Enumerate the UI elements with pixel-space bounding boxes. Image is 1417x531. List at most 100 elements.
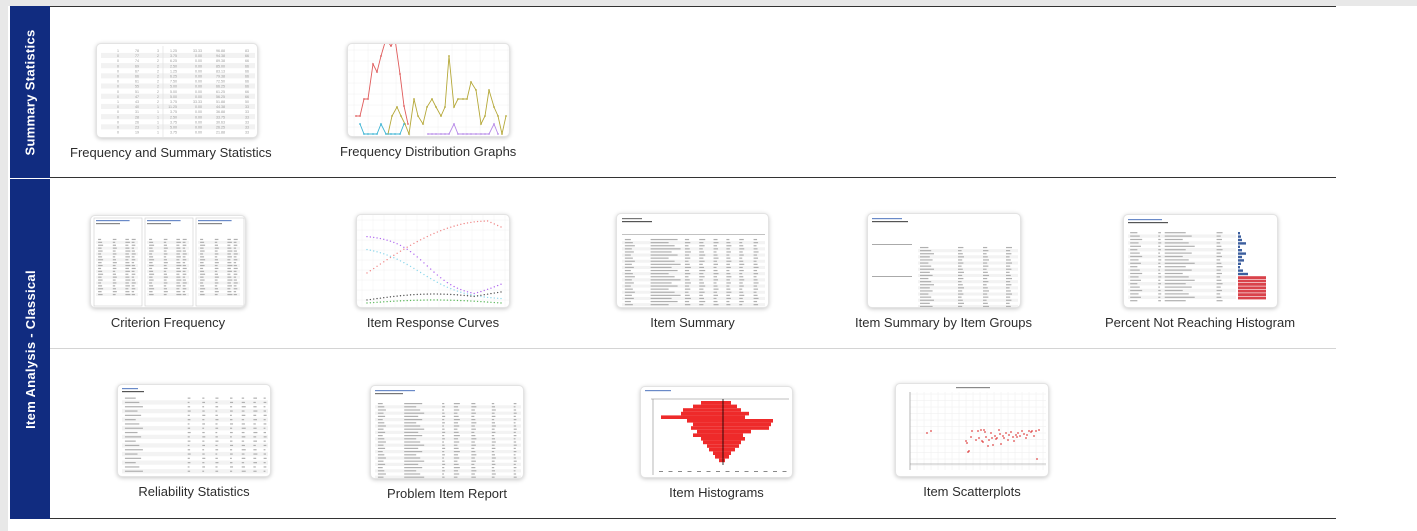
tile-frequency-distribution-graphs[interactable]: Frequency Distribution Graphs	[340, 43, 516, 159]
table-cell	[650, 288, 669, 290]
table-cell	[200, 264, 205, 267]
panel	[195, 217, 245, 307]
tile-label[interactable]: Frequency Distribution Graphs	[340, 144, 516, 159]
thumbnail-item-scatterplots[interactable]	[895, 383, 1049, 477]
scatter-point	[977, 430, 979, 432]
table-cell	[227, 256, 232, 258]
tile-label[interactable]: Item Histograms	[669, 485, 764, 500]
tile-reliability-statistics[interactable]: Reliability Statistics	[117, 384, 271, 499]
thumbnail-frequency-table[interactable]: 1 78 3 1.25 33.33 96.88 83 0 77 2 3.75 0.00 94.38 66 0…	[96, 43, 258, 138]
curve-point	[389, 300, 392, 303]
curve-point	[486, 288, 489, 291]
table-cell: 2	[157, 100, 159, 104]
curve-point	[460, 223, 462, 226]
bar	[723, 429, 751, 434]
thumbnail-problem-item-report[interactable]	[370, 385, 524, 479]
table-cell	[202, 431, 205, 434]
thumbnail-item-histograms[interactable]	[640, 386, 793, 478]
tile-problem-item-report[interactable]: Problem Item Report	[370, 385, 524, 501]
curve-point	[426, 293, 428, 295]
panel-title	[147, 220, 181, 222]
bar	[1237, 283, 1266, 286]
curve-point	[379, 297, 382, 299]
table-cell	[233, 285, 237, 287]
tile-label[interactable]: Criterion Frequency	[111, 315, 225, 330]
table-cell	[919, 262, 928, 264]
tile-item-summary[interactable]: Item Summary	[616, 213, 769, 330]
tile-label[interactable]: Percent Not Reaching Histogram	[1105, 315, 1295, 330]
table-cell	[227, 282, 231, 284]
table-cell	[112, 267, 117, 270]
table-cell	[753, 248, 758, 250]
tile-label[interactable]: Item Summary	[650, 315, 735, 330]
tile-criterion-frequency[interactable]: Criterion Frequency	[90, 215, 246, 330]
curve-point	[433, 299, 435, 301]
table-cell	[739, 291, 744, 293]
thumbnail-line-chart[interactable]	[346, 43, 510, 137]
scatter-point	[992, 444, 994, 446]
bar	[681, 411, 723, 416]
tile-label[interactable]: Frequency and Summary Statistics	[70, 145, 272, 160]
table-cell	[471, 403, 476, 405]
table-cell	[957, 262, 963, 264]
table-cell	[957, 246, 963, 249]
scatter-point	[982, 441, 984, 443]
thumbnail-item-summary-groups[interactable]	[866, 213, 1021, 308]
curve-point	[369, 236, 372, 238]
curve-point	[419, 271, 422, 274]
scatter-point	[978, 437, 980, 439]
curve-point	[466, 291, 469, 293]
thumbnail-item-response-curves[interactable]	[356, 214, 510, 308]
tile-label[interactable]: Item Scatterplots	[923, 484, 1021, 499]
tile-label[interactable]: Reliability Statistics	[138, 484, 249, 499]
table-cell	[131, 259, 136, 261]
table-row-stripe	[96, 252, 138, 256]
thumbnail-item-summary[interactable]	[616, 213, 769, 308]
tile-label[interactable]: Item Summary by Item Groups	[855, 315, 1032, 330]
tile-item-response-curves[interactable]: Item Response Curves	[356, 214, 510, 330]
table-cell: 0	[117, 75, 119, 79]
table-cell	[982, 268, 987, 270]
table-cell	[176, 241, 181, 243]
table-cell: 3.75	[170, 120, 177, 124]
table-cell	[187, 466, 190, 468]
tile-item-histograms[interactable]: Item Histograms	[640, 386, 793, 500]
table-cell	[131, 238, 136, 241]
table-cell	[404, 428, 425, 430]
table-cell	[98, 262, 102, 264]
tile-label[interactable]: Problem Item Report	[387, 486, 507, 501]
table-row-stripe	[375, 405, 521, 409]
table-cell	[149, 279, 154, 281]
table-cell	[739, 254, 744, 256]
table-cell	[253, 427, 257, 429]
table-cell	[1216, 269, 1221, 271]
tile-item-scatterplots[interactable]: Item Scatterplots	[895, 383, 1049, 499]
table-cell	[202, 436, 206, 438]
tile-item-summary-by-item-groups[interactable]: Item Summary by Item Groups	[855, 213, 1032, 330]
table-cell	[471, 435, 476, 437]
table-cell	[624, 257, 633, 259]
table-cell	[513, 409, 517, 411]
table-row-stripe	[101, 103, 255, 109]
curve-point	[436, 293, 439, 295]
table-cell	[919, 265, 931, 267]
series-point	[456, 98, 459, 100]
thumbnail-percent-not-reaching[interactable]	[1122, 214, 1278, 308]
table-cell: 79.38	[216, 75, 225, 79]
table-cell: 2	[157, 80, 159, 84]
table-cell	[753, 300, 758, 303]
table-cell	[442, 412, 445, 414]
table-cell	[98, 241, 103, 243]
thumbnail-reliability-statistics[interactable]	[117, 384, 271, 477]
table-cell: 5.00	[170, 90, 177, 94]
table-cell	[726, 300, 730, 303]
table-cell	[1164, 235, 1192, 237]
report-title	[645, 390, 671, 392]
table-cell: 0.00	[195, 69, 202, 73]
thumbnail-criterion-frequency[interactable]	[90, 215, 246, 308]
table-cell	[202, 466, 205, 468]
curve-point	[379, 301, 382, 303]
tile-percent-not-reaching-histogram[interactable]: Percent Not Reaching Histogram	[1105, 214, 1295, 330]
tile-label[interactable]: Item Response Curves	[367, 315, 499, 330]
tile-frequency-summary-statistics[interactable]: 1 78 3 1.25 33.33 96.88 83 0 77 2 3.75 0.00 94.38 66 0…	[70, 43, 272, 160]
